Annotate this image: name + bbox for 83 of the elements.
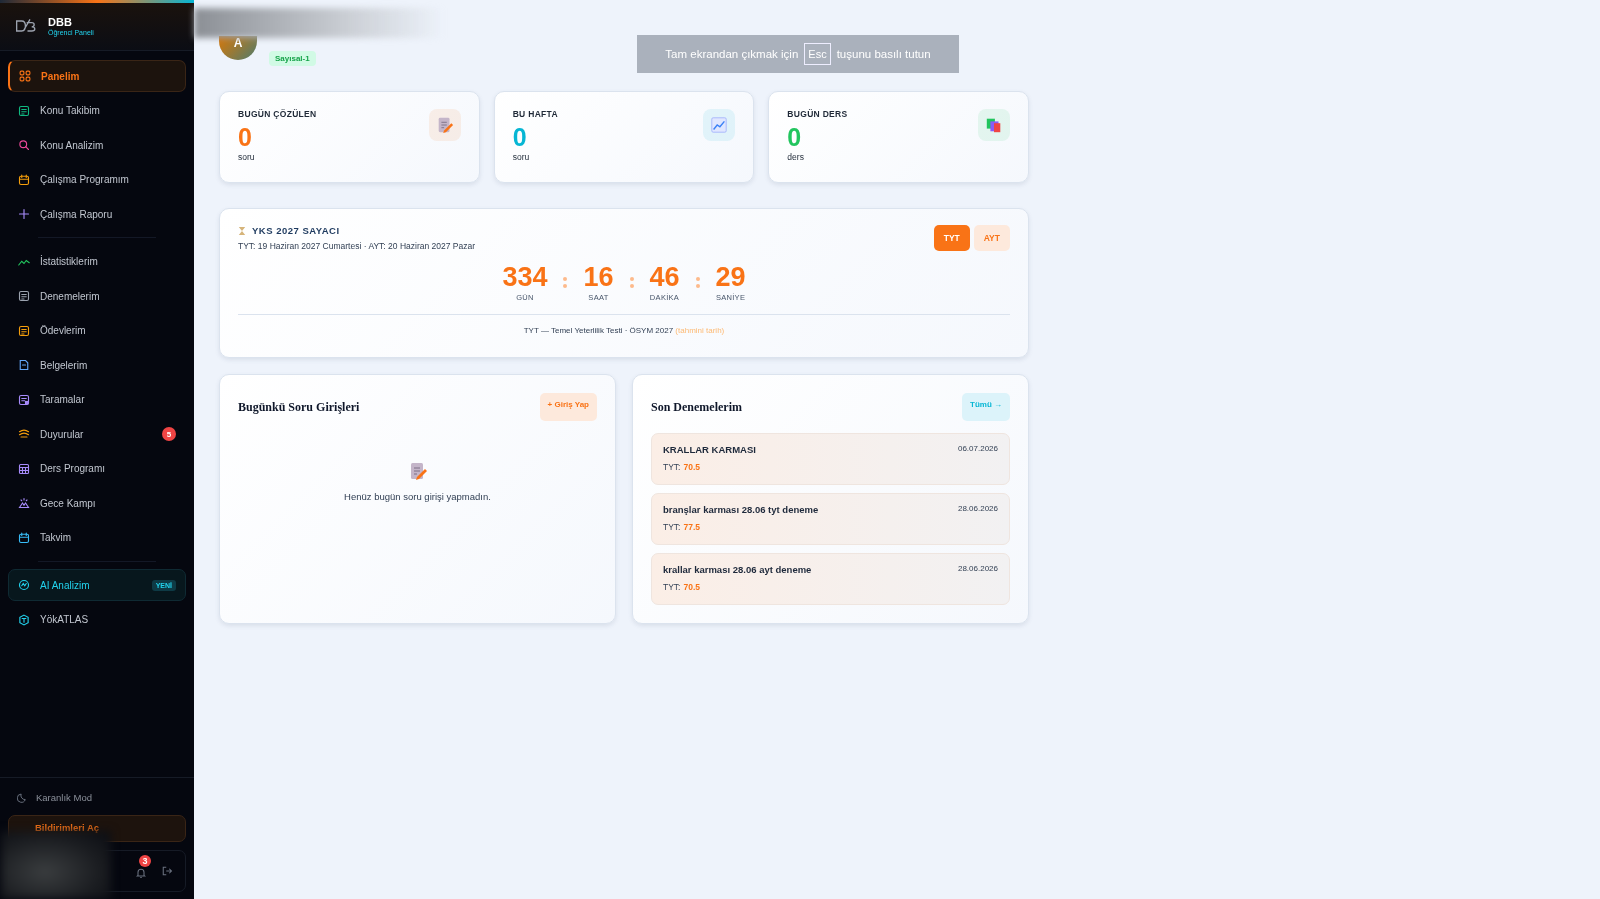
score-label: TYT:: [663, 522, 681, 532]
track-tag: Sayısal-1: [269, 51, 316, 66]
esc-key: Esc: [804, 43, 831, 65]
score-label: TYT:: [663, 462, 681, 472]
sidebar-item[interactable]: Çalışma Programım: [8, 163, 186, 196]
exam-name: krallar karması 28.06 ayt deneme: [663, 564, 812, 575]
countdown-value: 46: [649, 263, 680, 292]
sidebar-item[interactable]: Konu Takibim: [8, 94, 186, 127]
sidebar-item[interactable]: Denemelerim: [8, 279, 186, 313]
notification-badge: 3: [139, 855, 151, 867]
camp-icon: [18, 497, 30, 510]
stat-unit: ders: [787, 152, 805, 162]
exam-date: 28.06.2026: [957, 504, 998, 515]
sidebar-item[interactable]: Takvim: [8, 521, 186, 554]
moon-icon: [17, 792, 28, 803]
doc-icon: [18, 290, 30, 303]
dark-mode-toggle[interactable]: Karanlık Mod: [8, 788, 186, 807]
exam-dates: TYT: 19 Haziran 2027 Cumartesi · AYT: 20 Haziran 2027 Pazar: [238, 241, 475, 251]
empty-message: Henüz bugün soru girişi yapmadın.: [344, 491, 491, 502]
sidebar-item[interactable]: Çalışma Raporu: [8, 197, 186, 231]
books-icon: [985, 116, 1003, 134]
colon-separator-icon: [629, 277, 634, 288]
logout-icon[interactable]: [161, 865, 173, 877]
sidebar-item[interactable]: Duyurular 5: [8, 417, 186, 451]
score-label: TYT:: [663, 582, 681, 592]
sidebar-item[interactable]: Panelim: [8, 59, 186, 93]
sidebar-item[interactable]: Ödevlerim: [8, 314, 186, 347]
calendar-icon: [18, 173, 30, 186]
sidebar-item[interactable]: Ders Programı: [8, 452, 186, 485]
countdown-value: 29: [715, 263, 746, 292]
countdown-title: YKS 2027 SAYACI: [252, 225, 340, 236]
avatar: A: [219, 36, 257, 60]
score-value: 70.5: [683, 582, 701, 592]
exam-date: 28.06.2026: [957, 564, 998, 575]
bell-icon[interactable]: [135, 867, 147, 879]
notice-text: Tam ekrandan çıkmak için: [665, 48, 799, 60]
sidebar-item[interactable]: Taramalar: [8, 383, 186, 416]
exam-row[interactable]: branşlar karması 28.06 tyt deneme 28.06.2026 TYT: 77.5: [651, 493, 1010, 545]
hourglass-icon: [238, 225, 246, 236]
stat-label: BUGÜN ÇÖZÜLEN: [238, 109, 317, 119]
count-badge: 5: [162, 427, 176, 442]
calendar-icon: [18, 531, 30, 544]
ai-icon: [18, 579, 30, 592]
countdown-value: 334: [502, 263, 548, 292]
score-value: 77.5: [683, 522, 701, 532]
search-icon: [18, 139, 30, 152]
exam-name: KRALLAR KARMASI: [663, 444, 756, 455]
stat-unit: soru: [238, 152, 256, 162]
exam-date: 06.07.2026: [957, 444, 998, 455]
stat-value: 0: [238, 122, 253, 152]
score-value: 70.5: [683, 462, 701, 472]
grid-icon: [19, 70, 31, 83]
sidebar-item[interactable]: Konu Analizim: [8, 128, 186, 162]
stat-label: BUGÜN DERS: [787, 109, 848, 119]
stat-label: BU HAFTA: [512, 109, 558, 119]
estimate-note: (tahmini tarih): [675, 326, 725, 336]
sidebar-item[interactable]: Gece Kampı: [8, 486, 186, 520]
hex-icon: [18, 613, 30, 626]
colon-separator-icon: [695, 277, 700, 288]
note-icon: [18, 104, 30, 117]
exam-name: branşlar karması 28.06 tyt deneme: [663, 504, 819, 515]
stat-value: 0: [787, 122, 803, 152]
scan-icon: [18, 393, 30, 406]
exam-row[interactable]: krallar karması 28.06 ayt deneme 28.06.2026 TYT: 70.5: [651, 553, 1010, 605]
stat-unit: soru: [512, 152, 531, 162]
app-title: DBB: [48, 17, 73, 29]
notice-text: tuşunu basılı tutun: [836, 48, 931, 60]
file-icon: [18, 359, 30, 372]
countdown-value: 16: [583, 263, 614, 292]
list-icon: [18, 324, 30, 337]
colon-separator-icon: [563, 277, 568, 288]
exam-row[interactable]: KRALLAR KARMASI 06.07.2026 TYT: 70.5: [651, 433, 1010, 485]
panel-title: Son Denemelerim: [651, 399, 742, 415]
line-chart-icon: [710, 116, 729, 134]
sidebar-item[interactable]: YökATLAS: [8, 603, 186, 636]
panel-title: Bugünkü Soru Girişleri: [238, 399, 360, 415]
sidebar-item[interactable]: İstatistiklerim: [8, 245, 186, 278]
exam-description: TYT — Temel Yeterlilik Testi · ÖSYM 2027: [523, 326, 674, 336]
table-icon: [18, 462, 30, 475]
sidebar-item[interactable]: Belgelerim: [8, 348, 186, 382]
plus-icon: [18, 208, 30, 221]
wave-icon: [18, 428, 30, 441]
stat-value: 0: [512, 122, 528, 152]
